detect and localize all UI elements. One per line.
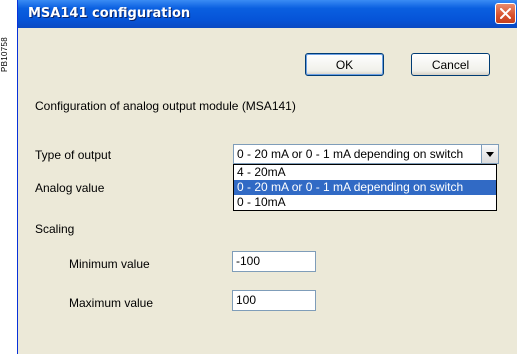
analog-value-label: Analog value (35, 181, 105, 195)
window-title: MSA141 configuration (28, 6, 191, 21)
ok-button[interactable]: OK (305, 53, 384, 76)
dropdown-option[interactable]: 0 - 10mA (234, 195, 496, 210)
close-icon (500, 8, 511, 19)
close-button[interactable] (495, 3, 516, 24)
type-of-output-select[interactable]: 0 - 20 mA or 0 - 1 mA depending on switc… (233, 144, 499, 164)
cancel-button[interactable]: Cancel (411, 53, 490, 76)
module-description: Configuration of analog output module (M… (35, 99, 296, 113)
minimum-value-label: Minimum value (69, 257, 150, 271)
scaling-label: Scaling (35, 222, 75, 236)
chevron-down-icon (486, 151, 494, 157)
figure-code: PB10758 (0, 36, 9, 72)
dropdown-option[interactable]: 4 - 20mA (234, 165, 496, 180)
type-of-output-selected: 0 - 20 mA or 0 - 1 mA depending on switc… (237, 147, 464, 161)
maximum-value-input[interactable]: 100 (232, 290, 316, 311)
title-bar[interactable]: MSA141 configuration (18, 0, 517, 28)
configuration-dialog: MSA141 configuration OK Cancel Configura… (17, 0, 517, 354)
maximum-value-label: Maximum value (69, 296, 154, 310)
type-of-output-dropdown-list: 4 - 20mA 0 - 20 mA or 0 - 1 mA depending… (233, 164, 497, 211)
dropdown-option[interactable]: 0 - 20 mA or 0 - 1 mA depending on switc… (234, 180, 496, 195)
dropdown-arrow-button[interactable] (481, 145, 498, 163)
minimum-value-input[interactable]: -100 (232, 251, 316, 272)
type-of-output-label: Type of output (35, 148, 112, 162)
